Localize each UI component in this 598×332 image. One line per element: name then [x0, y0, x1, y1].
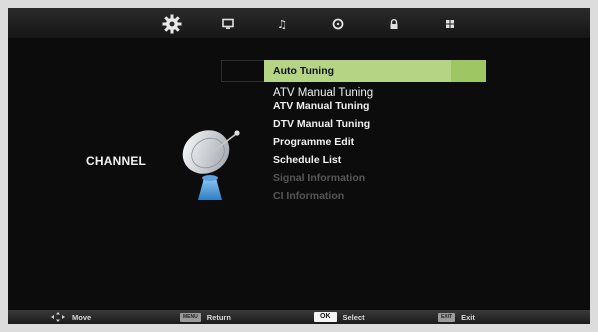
hint-return: MENU Return [180, 310, 231, 324]
hint-select: OK Select [314, 310, 365, 324]
hint-exit-label: Exit [461, 312, 475, 322]
menu-key-icon: MENU [180, 312, 201, 322]
tv-menu-screen: ♫ CHANNEL Auto Tuning ATV Manual Tuning … [8, 8, 590, 324]
hint-return-label: Return [206, 312, 231, 322]
menu-item-programme-edit[interactable]: Programme Edit [264, 132, 354, 152]
music-note-icon[interactable]: ♫ [274, 16, 290, 32]
lock-icon[interactable] [386, 16, 402, 32]
hint-select-label: Select [342, 312, 365, 322]
menu-item-ci-information: CI Information [273, 190, 345, 202]
hint-move: Move [50, 310, 91, 324]
clock-icon[interactable] [330, 16, 346, 32]
top-tab-bar: ♫ [8, 8, 590, 38]
grid-icon[interactable] [442, 16, 458, 32]
category-label: CHANNEL [86, 154, 147, 168]
picture-icon[interactable] [220, 16, 236, 32]
menu-left-pad [221, 60, 265, 82]
hint-exit: EXIT Exit [438, 310, 475, 324]
hint-move-label: Move [72, 312, 92, 322]
bottom-hint-bar: Move MENU Return OK Select EXIT Exit [8, 310, 590, 324]
menu-item-dtv-manual-tuning[interactable]: DTV Manual Tuning [264, 114, 370, 134]
menu-item-atv-manual-tuning-2[interactable]: ATV Manual Tuning [264, 96, 369, 116]
ok-key-icon: OK [314, 312, 337, 322]
menu-item-auto-tuning[interactable]: Auto Tuning [264, 60, 451, 82]
exit-key-icon: EXIT [438, 312, 456, 322]
satellite-dish-icon [182, 130, 240, 200]
gear-icon[interactable] [161, 13, 183, 35]
move-arrows-icon [51, 312, 65, 322]
menu-item-signal-information: Signal Information [273, 172, 366, 184]
menu-item-schedule-list[interactable]: Schedule List [264, 150, 341, 170]
